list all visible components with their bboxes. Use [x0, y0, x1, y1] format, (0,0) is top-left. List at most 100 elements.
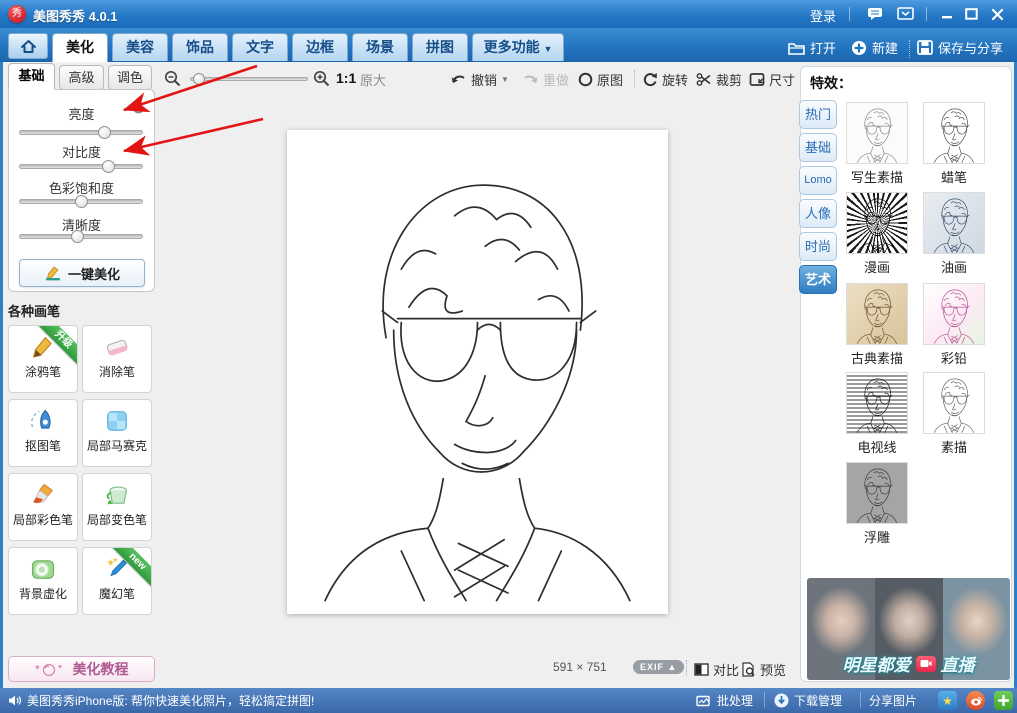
- tab-more-features-label: 更多功能: [484, 39, 540, 55]
- category-lomo[interactable]: Lomo: [799, 166, 837, 195]
- redo-label: 重做: [543, 70, 569, 89]
- mail-icon[interactable]: [896, 6, 914, 22]
- color-brush-button[interactable]: 局部彩色笔: [8, 473, 78, 541]
- crop-button[interactable]: 裁剪: [696, 70, 742, 89]
- tab-frames[interactable]: 边框: [292, 33, 348, 61]
- effect-oil-painting[interactable]: 油画: [922, 192, 986, 276]
- window-frame-left: [0, 62, 3, 688]
- effect-label: 古典素描: [845, 348, 909, 367]
- batch-process-button[interactable]: 批处理: [696, 692, 753, 709]
- tab-advanced[interactable]: 高级: [59, 65, 104, 90]
- mosaic-button[interactable]: 局部马赛克: [82, 399, 152, 467]
- category-hot[interactable]: 热门: [799, 100, 837, 129]
- statusbar-separator: [860, 692, 861, 708]
- background-blur-button[interactable]: 背景虚化: [8, 547, 78, 615]
- undo-button[interactable]: 撤销 ▼: [450, 70, 509, 89]
- new-button[interactable]: 新建: [851, 38, 898, 57]
- minimize-icon[interactable]: [938, 6, 956, 22]
- brightness-slider-thumb[interactable]: [98, 126, 111, 139]
- tab-cosmetic[interactable]: 美容: [112, 33, 168, 61]
- effect-label: 素描: [922, 437, 986, 456]
- eraser-pen-button[interactable]: 消除笔: [82, 325, 152, 393]
- zoom-out-icon: [164, 70, 181, 87]
- rotate-button[interactable]: 旋转: [642, 70, 688, 89]
- effect-thumbnail: [923, 372, 985, 434]
- effect-manga[interactable]: 漫画: [845, 192, 909, 276]
- saturation-slider[interactable]: [19, 199, 143, 204]
- effect-crayon[interactable]: 蜡笔: [922, 102, 986, 186]
- effect-classic-sketch[interactable]: 古典素描: [845, 283, 909, 367]
- message-icon[interactable]: [866, 6, 884, 22]
- qzone-icon[interactable]: ★: [938, 691, 957, 710]
- canvas-image[interactable]: [287, 130, 668, 614]
- adjust-sliders-panel: 亮度 对比度 色彩饱和度 清晰度 一键美化: [8, 89, 155, 292]
- category-art[interactable]: 艺术: [799, 265, 837, 294]
- cutout-pen-icon: [29, 407, 57, 435]
- tab-color-tone[interactable]: 调色: [108, 65, 152, 90]
- undo-dropdown-icon[interactable]: ▼: [501, 75, 509, 84]
- category-fashion[interactable]: 时尚: [799, 232, 837, 261]
- close-icon[interactable]: [988, 6, 1006, 22]
- open-button[interactable]: 打开: [788, 38, 836, 57]
- redo-icon: [522, 72, 539, 87]
- effect-thumbnail: [923, 192, 985, 254]
- effect-sketch[interactable]: 素描: [922, 372, 986, 456]
- doodle-pen-label: 涂鸦笔: [9, 363, 77, 380]
- tab-accessories[interactable]: 饰品: [172, 33, 228, 61]
- cutout-pen-button[interactable]: 抠图笔: [8, 399, 78, 467]
- tab-beautify[interactable]: 美化: [52, 33, 108, 62]
- recolor-pen-button[interactable]: 局部变色笔: [82, 473, 152, 541]
- titlebar-separator: [926, 7, 927, 21]
- redo-button[interactable]: 重做: [522, 70, 569, 89]
- contrast-slider[interactable]: [19, 164, 143, 169]
- effect-thumbnail: [846, 283, 908, 345]
- save-share-button[interactable]: 保存与分享: [917, 38, 1003, 57]
- download-manager-button[interactable]: 下载管理: [774, 692, 842, 709]
- effect-emboss[interactable]: 浮雕: [845, 462, 909, 546]
- magic-pen-label: 魔幻笔: [83, 585, 151, 602]
- weibo-icon[interactable]: [966, 691, 985, 710]
- zoom-ratio-label: 1:1: [336, 70, 356, 86]
- svg-text:★: ★: [112, 557, 118, 564]
- tab-collage[interactable]: 拼图: [412, 33, 468, 61]
- one-click-beautify-button[interactable]: 一键美化: [19, 259, 145, 287]
- tab-more-features[interactable]: 更多功能 ▼: [472, 33, 564, 61]
- brightness-slider[interactable]: [19, 130, 143, 135]
- zoom-out-button[interactable]: [164, 70, 181, 87]
- magic-pen-button[interactable]: ★★ 魔幻笔 new: [82, 547, 152, 615]
- zoom-slider[interactable]: [190, 77, 308, 81]
- tab-basic[interactable]: 基础: [8, 63, 55, 90]
- zoom-ratio-button[interactable]: 1:1: [336, 70, 356, 86]
- tab-scenes[interactable]: 场景: [352, 33, 408, 61]
- effect-tv-lines[interactable]: 电视线: [845, 372, 909, 456]
- compare-button[interactable]: 对比: [694, 660, 739, 679]
- sharpness-slider[interactable]: [19, 234, 143, 239]
- resize-icon: [749, 72, 765, 87]
- zoom-original-label: 原大: [360, 70, 386, 89]
- ad-banner[interactable]: 明星都爱 直播: [807, 578, 1010, 680]
- maximize-icon[interactable]: [962, 6, 980, 22]
- preview-button[interactable]: 预览: [741, 660, 786, 679]
- one-click-beautify-label: 一键美化: [68, 264, 120, 283]
- sharpness-slider-thumb[interactable]: [71, 230, 84, 243]
- login-link[interactable]: 登录: [810, 6, 836, 25]
- home-button[interactable]: [8, 33, 48, 59]
- effect-thumbnail: [846, 462, 908, 524]
- contrast-slider-thumb[interactable]: [102, 160, 115, 173]
- category-basic[interactable]: 基础: [799, 133, 837, 162]
- add-share-icon[interactable]: [994, 691, 1013, 710]
- zoom-in-button[interactable]: [313, 70, 330, 87]
- tab-text[interactable]: 文字: [232, 33, 288, 61]
- resize-button[interactable]: 尺寸: [749, 70, 795, 89]
- view-original-button[interactable]: 原图: [578, 70, 623, 89]
- effect-label: 浮雕: [845, 527, 909, 546]
- beautify-tutorial-button[interactable]: ♥♥ 美化教程: [8, 656, 155, 682]
- zoom-slider-thumb[interactable]: [193, 73, 205, 85]
- effect-sketch-live[interactable]: 写生素描: [845, 102, 909, 186]
- effect-colored-pencil[interactable]: 彩铅: [922, 283, 986, 367]
- exif-badge[interactable]: EXIF ▲: [633, 660, 684, 674]
- doodle-pen-button[interactable]: 涂鸦笔 升级: [8, 325, 78, 393]
- category-portrait[interactable]: 人像: [799, 199, 837, 228]
- saturation-slider-thumb[interactable]: [75, 195, 88, 208]
- share-pictures-button[interactable]: 分享图片: [869, 692, 917, 709]
